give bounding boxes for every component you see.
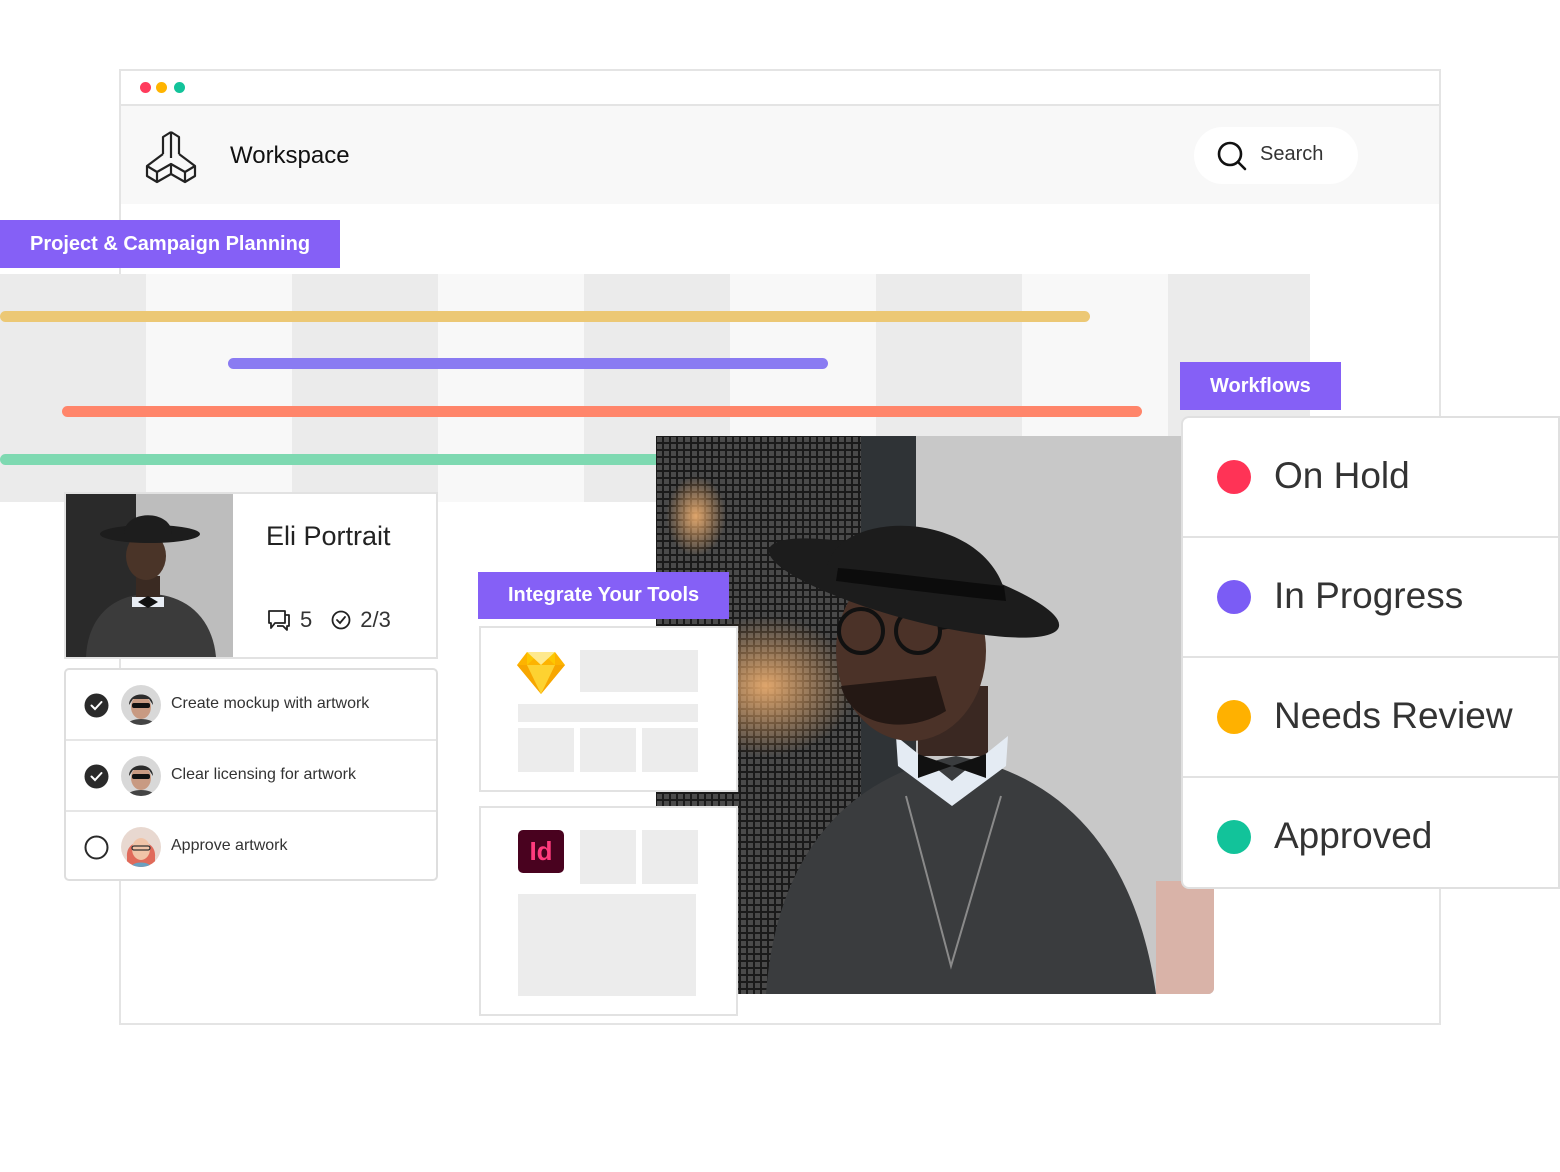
check-circle-icon xyxy=(331,610,351,630)
search-label: Search xyxy=(1260,143,1324,165)
placeholder-block xyxy=(518,728,574,772)
integrations-tag: Integrate Your Tools xyxy=(478,572,730,619)
placeholder-block xyxy=(642,728,698,772)
user-avatar xyxy=(121,756,161,796)
status-label: Approved xyxy=(1274,815,1433,856)
status-dot xyxy=(1217,460,1251,494)
gantt-bar-purple[interactable] xyxy=(228,358,828,369)
task-label: Clear licensing for artwork xyxy=(171,766,356,783)
user-avatar xyxy=(121,685,161,725)
gantt-column xyxy=(146,274,292,502)
status-label: On Hold xyxy=(1274,455,1410,496)
gantt-column xyxy=(292,274,438,502)
workflows-panel: On Hold In Progress Needs Review Approve… xyxy=(1181,416,1560,889)
tasks-progress: 2/3 xyxy=(360,607,391,632)
minimize-window-dot[interactable] xyxy=(156,82,167,93)
placeholder-block xyxy=(642,830,698,884)
user-avatar xyxy=(121,827,161,867)
search-icon xyxy=(1217,141,1247,171)
workflow-status-approved[interactable]: Approved xyxy=(1183,778,1558,898)
placeholder-block xyxy=(518,704,698,722)
sketch-logo-icon xyxy=(517,652,565,694)
placeholder-block xyxy=(580,728,636,772)
task-label: Create mockup with artwork xyxy=(171,695,370,712)
workspace-title: Workspace xyxy=(230,142,350,169)
status-label: Needs Review xyxy=(1274,695,1513,736)
task-label: Approve artwork xyxy=(171,837,288,854)
status-dot xyxy=(1217,700,1251,734)
integration-card-sketch[interactable] xyxy=(479,626,738,792)
gantt-bar-orange[interactable] xyxy=(62,406,1142,417)
gantt-column xyxy=(438,274,584,502)
placeholder-block xyxy=(580,650,698,692)
gantt-bar-green[interactable] xyxy=(0,454,680,465)
comments-icon xyxy=(268,610,290,631)
status-dot xyxy=(1217,580,1251,614)
comments-count: 5 xyxy=(300,607,313,632)
task-item[interactable]: Clear licensing for artwork xyxy=(66,741,436,812)
placeholder-block xyxy=(580,830,636,884)
workspace-logo-icon[interactable] xyxy=(143,128,199,184)
status-dot xyxy=(1217,820,1251,854)
workflow-status-in-progress[interactable]: In Progress xyxy=(1183,538,1558,658)
workflow-status-on-hold[interactable]: On Hold xyxy=(1183,418,1558,538)
workflows-tag: Workflows xyxy=(1180,362,1341,410)
planning-tag: Project & Campaign Planning xyxy=(0,220,341,268)
checked-icon[interactable] xyxy=(84,693,109,718)
checked-icon[interactable] xyxy=(84,764,109,789)
indesign-logo-icon: Id xyxy=(518,830,564,873)
portrait-card-title: Eli Portrait xyxy=(266,521,391,551)
unchecked-icon[interactable] xyxy=(84,835,109,860)
gantt-column xyxy=(0,274,146,502)
search-box[interactable]: Search xyxy=(1194,127,1358,184)
app-header: Workspace Search xyxy=(121,106,1439,204)
portrait-thumbnail xyxy=(66,494,233,657)
gantt-bar-yellow[interactable] xyxy=(0,311,1090,322)
status-label: In Progress xyxy=(1274,575,1464,616)
portrait-card-meta: 5 2/3 xyxy=(266,607,391,633)
integration-card-indesign[interactable]: Id xyxy=(479,806,738,1016)
task-item[interactable]: Approve artwork xyxy=(66,812,436,883)
task-list: Create mockup with artwork Clear licensi… xyxy=(64,668,438,881)
task-item[interactable]: Create mockup with artwork xyxy=(66,670,436,741)
portrait-card[interactable]: Eli Portrait 5 2/3 xyxy=(64,492,438,659)
portrait-photo xyxy=(656,436,1214,994)
close-window-dot[interactable] xyxy=(140,82,151,93)
workflow-status-needs-review[interactable]: Needs Review xyxy=(1183,658,1558,778)
maximize-window-dot[interactable] xyxy=(174,82,185,93)
window-titlebar xyxy=(121,71,1439,106)
placeholder-block xyxy=(518,894,696,996)
